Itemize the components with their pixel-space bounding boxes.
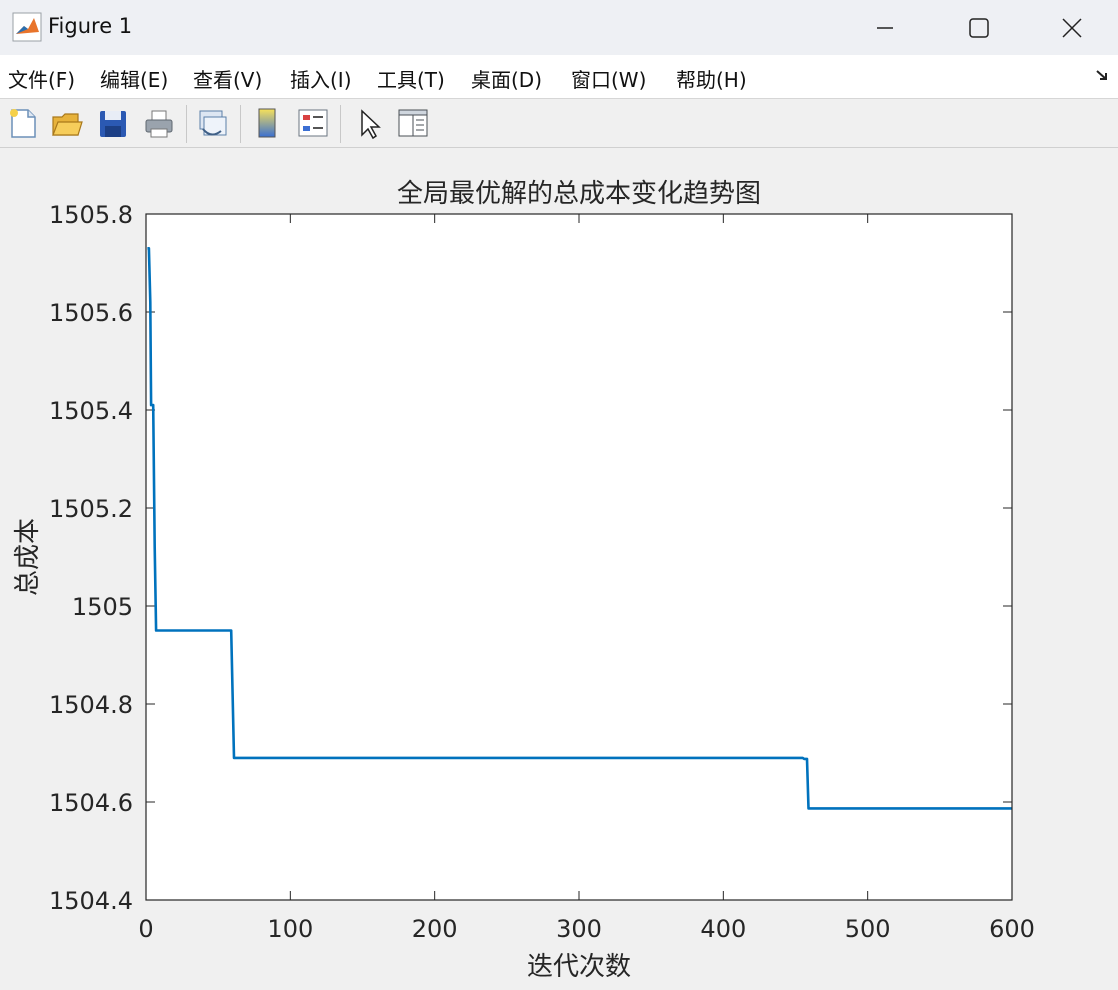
y-tick-label: 1504.8 xyxy=(49,691,133,719)
plot-area[interactable]: 0 100 200 300 400 500 600 1504.4 1504.6 1504.8 150… xyxy=(49,201,1035,943)
menu-insert[interactable]: 插入(I) xyxy=(290,64,352,93)
menu-file[interactable]: 文件(F) xyxy=(8,64,75,93)
menu-help[interactable]: 帮助(H) xyxy=(676,64,747,93)
y-axis-label: 总成本 xyxy=(13,518,43,596)
y-tick-label: 1505.4 xyxy=(49,397,133,425)
title-bar: Figure 1 xyxy=(0,0,1118,55)
minimize-icon[interactable] xyxy=(862,0,908,55)
y-tick-label: 1505.6 xyxy=(49,299,133,327)
toolbar xyxy=(0,99,1118,148)
x-tick-label: 600 xyxy=(989,915,1035,943)
figure-canvas: 全局最优解的总成本变化趋势图 0 100 200 300 400 500 600 1504.4… xyxy=(0,148,1118,990)
menu-bar: 文件(F) 编辑(E) 查看(V) 插入(I) 工具(T) 桌面(D) 窗口(W… xyxy=(0,55,1118,99)
menu-desktop[interactable]: 桌面(D) xyxy=(471,64,542,93)
x-tick-label: 400 xyxy=(700,915,746,943)
x-tick-label: 300 xyxy=(556,915,602,943)
x-axis-label: 迭代次数 xyxy=(527,952,631,982)
dock-arrow-icon[interactable] xyxy=(1094,67,1110,87)
save-icon[interactable] xyxy=(96,105,130,141)
x-tick-label: 200 xyxy=(412,915,458,943)
y-tick-label: 1505 xyxy=(72,593,133,621)
new-figure-icon[interactable] xyxy=(6,105,40,141)
menu-edit[interactable]: 编辑(E) xyxy=(100,64,168,93)
y-tick-label: 1505.2 xyxy=(49,495,133,523)
matlab-logo-icon[interactable] xyxy=(12,12,42,42)
property-inspector-icon[interactable] xyxy=(396,105,430,141)
toolbar-separator xyxy=(186,105,187,143)
axes-background xyxy=(146,214,1012,900)
menu-window[interactable]: 窗口(W) xyxy=(571,64,646,93)
chart-title: 全局最优解的总成本变化趋势图 xyxy=(397,179,761,209)
y-tick-label: 1504.4 xyxy=(49,887,133,915)
chart-svg: 全局最优解的总成本变化趋势图 0 100 200 300 400 500 600 1504.4… xyxy=(13,179,1035,982)
link-plot-icon[interactable] xyxy=(195,105,229,141)
edit-plot-pointer-icon[interactable] xyxy=(352,105,386,141)
close-icon[interactable] xyxy=(1049,0,1095,55)
toolbar-separator xyxy=(340,105,341,143)
toolbar-separator xyxy=(240,105,241,143)
colorbar-icon[interactable] xyxy=(250,105,284,141)
legend-icon[interactable] xyxy=(296,105,330,141)
x-tick-label: 100 xyxy=(267,915,313,943)
y-tick-label: 1505.8 xyxy=(49,201,133,229)
print-icon[interactable] xyxy=(142,105,176,141)
menu-view[interactable]: 查看(V) xyxy=(193,64,262,93)
maximize-icon[interactable] xyxy=(956,0,1002,55)
menu-tools[interactable]: 工具(T) xyxy=(377,64,445,93)
x-tick-label: 0 xyxy=(138,915,153,943)
y-tick-label: 1504.6 xyxy=(49,789,133,817)
x-tick-label: 500 xyxy=(845,915,891,943)
open-file-icon[interactable] xyxy=(50,105,84,141)
window-title: Figure 1 xyxy=(48,14,133,38)
